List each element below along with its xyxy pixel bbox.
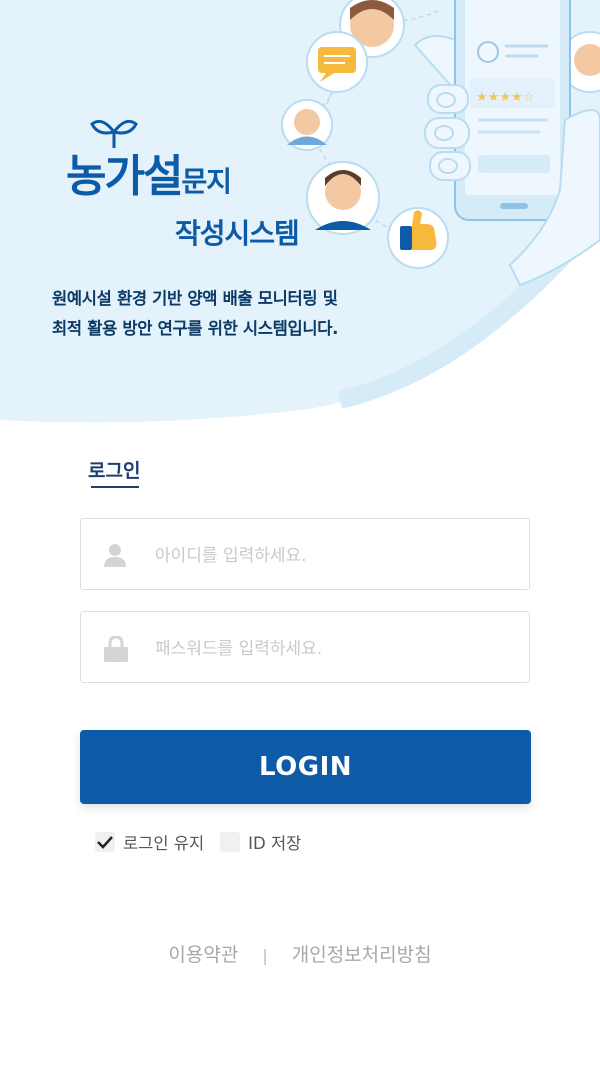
user-icon: [104, 544, 126, 567]
login-button[interactable]: LOGIN: [80, 730, 531, 804]
svg-text:★★★★☆: ★★★★☆: [476, 90, 534, 105]
footer-separator: |: [262, 946, 268, 965]
save-id-label[interactable]: ID 저장: [248, 830, 301, 854]
password-input[interactable]: [153, 630, 517, 668]
brand-title: 농가설문지: [66, 140, 232, 204]
brand-description: 원예시설 환경 기반 양액 배출 모니터링 및 최적 활용 방안 연구를 위한 …: [52, 284, 412, 344]
hero-banner: ★★★★☆ 농가설문지 작성시스템 원예시설 환경 기반 양액 배출 모니터링 …: [0, 0, 600, 440]
tab-login-underline: [91, 486, 139, 488]
login-options: 로그인 유지 ID 저장: [95, 830, 317, 854]
brand-title-line2: 작성시스템: [175, 217, 300, 250]
id-field[interactable]: [80, 518, 530, 590]
keep-login-label[interactable]: 로그인 유지: [123, 830, 204, 854]
password-field[interactable]: [80, 611, 530, 683]
lock-icon: [104, 636, 128, 662]
id-input[interactable]: [153, 537, 517, 575]
privacy-link[interactable]: 개인정보처리방침: [292, 940, 432, 967]
brand-title-small: 문지: [181, 165, 232, 198]
footer-links: 이용약관 | 개인정보처리방침: [0, 940, 600, 967]
checkmark-icon: [97, 836, 113, 849]
brand-title-large: 농가설: [66, 151, 183, 202]
keep-login-checkbox[interactable]: [95, 832, 115, 852]
tab-login[interactable]: 로그인: [88, 456, 140, 483]
terms-link[interactable]: 이용약관: [168, 940, 238, 967]
description-line-1: 원예시설 환경 기반 양액 배출 모니터링 및: [52, 289, 338, 308]
hero-illustration: ★★★★☆: [0, 0, 600, 423]
description-line-2: 최적 활용 방안 연구를 위한 시스템입니다.: [52, 319, 339, 338]
save-id-checkbox[interactable]: [220, 832, 241, 852]
